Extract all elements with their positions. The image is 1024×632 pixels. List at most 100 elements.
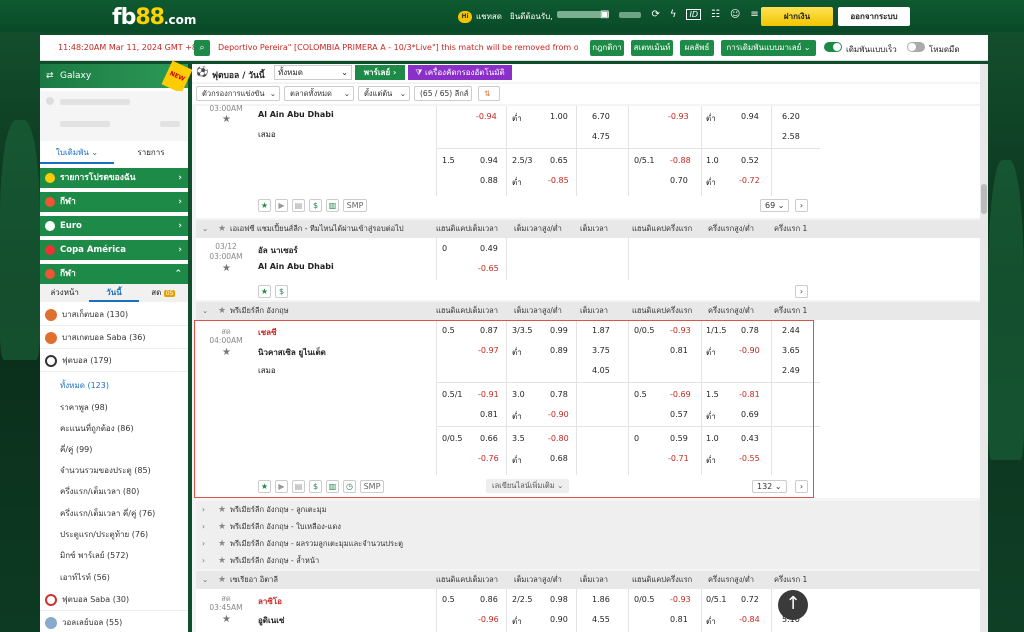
more-markets-select[interactable]: 69 ⌄ [760, 199, 790, 212]
odds-cell[interactable]: 0.94 [741, 112, 759, 121]
odds-sort-filter[interactable]: ตั้งแต่ต้น ⌄ [358, 86, 410, 101]
sidebar-child-correct-score[interactable]: คะแนนที่ถูกต้อง (86) [40, 418, 188, 439]
league-header-afc[interactable]: ⌄ ★ เอเอฟซี แชมเปี้ยนส์ลีก - ทีมไหนได้ผ่า… [196, 220, 980, 238]
odds-cell[interactable]: -0.65 [478, 264, 499, 273]
odds-cell[interactable]: -0.96 [478, 615, 499, 624]
odds-cell[interactable]: -0.94 [476, 112, 497, 121]
fb88-logo[interactable]: fb88.com [112, 5, 196, 30]
bar-chart-icon[interactable]: ▥ [326, 199, 339, 212]
sidebar-group-euro[interactable]: Euro › [40, 216, 188, 236]
dollar-icon[interactable]: $ [309, 199, 322, 212]
odds-cell[interactable]: 6.70 [592, 112, 610, 121]
league-header-collapsed[interactable]: › ★ พรีเมียร์ลีก อังกฤษ - ใบเหลือง-แดง [196, 518, 980, 535]
odds-cell[interactable]: 0.86 [480, 595, 498, 604]
odds-cell[interactable]: -0.93 [668, 112, 689, 121]
odds-cell[interactable]: 0.94 [480, 156, 498, 165]
fast-bet-toggle[interactable] [824, 42, 842, 52]
league-select[interactable]: ทั้งหมด ⌄ [274, 65, 352, 80]
competition-filter[interactable]: ตัวกรองการแข่งขัน ⌄ [196, 86, 280, 101]
menu-icon[interactable]: ≡ [750, 9, 758, 20]
logout-button[interactable]: ออกจากระบบ [838, 7, 910, 26]
sidebar-child-ht-ft[interactable]: ครึ่งแรก/เต็มเวลา (80) [40, 481, 188, 502]
sidebar-child-ht-ft-odd-even[interactable]: ครึ่งแรก/เต็มเวลา คี่/คู่ (76) [40, 503, 188, 524]
tab-live[interactable]: สด 05 [139, 284, 188, 302]
odds-cell[interactable]: -0.93 [670, 595, 691, 604]
stats-doc-icon[interactable]: ▤ [292, 199, 305, 212]
sort-icon[interactable]: ⇅ [478, 86, 500, 101]
sidebar-item-volleyball[interactable]: วอลเลย์บอล (55) [40, 612, 188, 632]
sidebar-group-favorites[interactable]: รายการโปรดของฉัน › [40, 168, 188, 188]
odds-settings-dropdown[interactable]: การเดิมพันแบบมาเลย์ ⌄ [721, 40, 816, 56]
scrollbar-thumb[interactable] [981, 184, 987, 214]
sidebar-child-first-last-goal[interactable]: ประตูแรก/ประตูท้าย (76) [40, 524, 188, 545]
odds-cell[interactable]: -0.85 [548, 176, 569, 185]
sidebar-child-outright[interactable]: เอาท์ไรท์ (56) [40, 567, 188, 588]
wallet-icon[interactable]: ▣ [600, 9, 609, 20]
rules-button[interactable]: กฎกติกา [590, 40, 624, 56]
league-header-epl[interactable]: ⌄ ★ พรีเมียร์ลีก อังกฤษ แฮนดิแคปเต็มเวลา … [196, 302, 980, 320]
main-scrollbar[interactable] [980, 64, 988, 632]
league-header-collapsed[interactable]: › ★ พรีเมียร์ลีก อังกฤษ - ผลรวมลูกเตะมุมแล… [196, 535, 980, 552]
odds-cell[interactable]: 4.75 [592, 132, 610, 141]
smp-button[interactable]: SMP [343, 199, 367, 212]
id-badge-icon[interactable]: ID [686, 9, 701, 20]
tab-bet-list[interactable]: รายการ [114, 142, 188, 164]
live-chat-link[interactable]: Hi แชทสด [458, 10, 502, 23]
galaxy-banner[interactable]: ⇄ Galaxy NEW [40, 60, 193, 94]
sidebar-child-all[interactable]: ทั้งหมด (123) [40, 375, 188, 396]
odds-cell[interactable]: 0.70 [670, 176, 688, 185]
sidebar-group-sports-expanded[interactable]: กีฬา ⌃ [40, 264, 188, 284]
profile-icon[interactable]: ☺ [730, 9, 740, 20]
league-header-serie-a[interactable]: ⌄ ★ เซเรียอา อิตาลี แฮนดิแคปเต็มเวลา เต็ม… [196, 571, 980, 589]
market-filter[interactable]: ตลาดทั้งหมด ⌄ [284, 86, 354, 101]
odds-cell[interactable]: 6.20 [782, 112, 800, 121]
dark-mode-toggle[interactable] [907, 42, 925, 52]
bet-list-icon[interactable]: ☷ [711, 9, 720, 20]
sidebar-group-sports[interactable]: กีฬา › [40, 192, 188, 212]
sidebar-item-basketball[interactable]: บาสเก็ตบอล (130) [40, 304, 188, 326]
odds-cell[interactable]: 0.98 [550, 595, 568, 604]
sidebar-child-total-goals[interactable]: จำนวนรวมของประตู (85) [40, 460, 188, 481]
star-icon[interactable]: ★ [222, 114, 231, 125]
league-header-collapsed[interactable]: › ★ พรีเมียร์ลีก อังกฤษ - ล้ำหน้า [196, 552, 980, 569]
odds-cell[interactable]: 0.81 [670, 615, 688, 624]
scroll-to-top-icon[interactable]: ↑ [778, 590, 808, 620]
lightning-icon[interactable]: ϟ [670, 9, 677, 20]
odds-cell[interactable]: 4.55 [592, 615, 610, 624]
star-icon[interactable]: ★ [222, 263, 231, 274]
odds-cell[interactable]: 0.88 [480, 176, 498, 185]
sidebar-child-mix-parlay[interactable]: มิกซ์ พาร์เลย์ (572) [40, 545, 188, 566]
odds-cell[interactable]: -0.72 [739, 176, 760, 185]
odds-cell[interactable]: -0.88 [670, 156, 691, 165]
chevron-right-icon[interactable]: › [795, 285, 808, 298]
league-header-collapsed[interactable]: › ★ พรีเมียร์ลีก อังกฤษ - ลูกเตะมุม [196, 501, 980, 518]
sidebar-child-odd-even[interactable]: คี่/คู่ (99) [40, 439, 188, 460]
refresh-icon[interactable]: ⟳ [651, 9, 659, 20]
play-icon[interactable]: ▶ [275, 199, 288, 212]
odds-cell[interactable]: 0.52 [741, 156, 759, 165]
sidebar-child-handicap[interactable]: ราคาพูล (98) [40, 397, 188, 418]
odds-cell[interactable]: 1.00 [550, 112, 568, 121]
favorite-star-icon[interactable]: ★ [258, 285, 271, 298]
auto-filter-button[interactable]: ⧩ เครื่องคัดกรองอัตโนมัติ [408, 65, 512, 80]
tab-today[interactable]: วันนี้ [89, 284, 139, 302]
odds-cell[interactable]: 0.72 [741, 595, 759, 604]
odds-cell[interactable]: 0.65 [550, 156, 568, 165]
statement-button[interactable]: สเตทเม้นท์ [631, 40, 673, 56]
search-icon[interactable]: ⌕ [194, 40, 210, 56]
results-button[interactable]: ผลลัพธ์ [680, 40, 714, 56]
odds-cell[interactable]: -0.84 [739, 615, 760, 624]
chevron-right-icon[interactable]: › [795, 199, 808, 212]
sidebar-group-copa-america[interactable]: Copa América › [40, 240, 188, 260]
odds-cell[interactable]: 0.49 [480, 244, 498, 253]
tab-bet-slip[interactable]: ใบเดิมพัน ⌄ [40, 142, 114, 164]
parlay-button[interactable]: พาร์เลย์ › [355, 65, 405, 80]
sidebar-item-football-saba[interactable]: ฟุตบอล Saba (30) [40, 589, 188, 611]
odds-cell[interactable]: 0.90 [550, 615, 568, 624]
deposit-button[interactable]: ฝากเงิน [761, 7, 833, 26]
star-icon[interactable]: ★ [222, 614, 231, 625]
odds-cell[interactable]: 1.86 [592, 595, 610, 604]
sidebar-item-basketball-saba[interactable]: บาสเกตบอล Saba (36) [40, 327, 188, 349]
favorite-star-icon[interactable]: ★ [258, 199, 271, 212]
tab-early[interactable]: ล่วงหน้า [40, 284, 89, 302]
